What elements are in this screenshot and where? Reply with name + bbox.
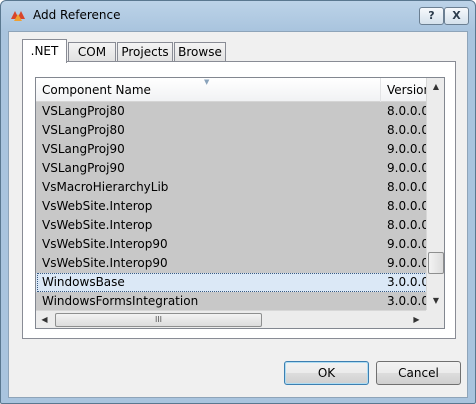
component-version: 9.0.0.0 [387, 161, 427, 175]
component-version: 3.0.0.0 [387, 275, 427, 289]
list-row-selected[interactable]: WindowsBase 3.0.0.0 [36, 273, 429, 292]
scroll-left-icon[interactable]: ◀ [36, 311, 53, 328]
list-row[interactable]: VsWebSite.Interop 8.0.0.0 [36, 197, 427, 216]
tab-browse[interactable]: Browse [174, 42, 226, 62]
visual-studio-icon [11, 11, 25, 21]
list-row[interactable]: VsMacroHierarchyLib 8.0.0.0 [36, 178, 427, 197]
scroll-right-icon[interactable]: ▶ [408, 311, 425, 328]
column-header-label: Version [387, 83, 432, 97]
grip-icon: III [154, 315, 163, 324]
component-name: VSLangProj80 [42, 104, 125, 118]
component-version: 8.0.0.0 [387, 123, 427, 137]
window-title: Add Reference [33, 8, 121, 22]
component-name: VsWebSite.Interop90 [42, 237, 168, 251]
close-button[interactable]: X [444, 7, 469, 25]
list-rows: VSLangProj80 8.0.0.0 VSLangProj80 8.0.0.… [36, 102, 429, 311]
cancel-button[interactable]: Cancel [376, 361, 461, 385]
component-name: VSLangProj80 [42, 123, 125, 137]
component-name: VSLangProj90 [42, 161, 125, 175]
component-name: VSLangProj90 [42, 142, 125, 156]
tab-com[interactable]: COM [68, 42, 116, 62]
column-header-label: Component Name [42, 83, 151, 97]
tab-projects[interactable]: Projects [117, 42, 173, 62]
component-version: 8.0.0.0 [387, 199, 427, 213]
scrollbar-corner [426, 310, 444, 328]
list-row[interactable]: VSLangProj90 9.0.0.0 [36, 159, 427, 178]
component-name: VsWebSite.Interop90 [42, 256, 168, 270]
horizontal-scroll-thumb[interactable]: III [55, 313, 262, 327]
title-bar[interactable]: Add Reference ? X [1, 1, 475, 31]
component-version: 3.0.0.0 [387, 294, 427, 308]
list-row[interactable]: VsWebSite.Interop 8.0.0.0 [36, 216, 427, 235]
list-row[interactable]: VSLangProj80 8.0.0.0 [36, 102, 427, 121]
component-version: 8.0.0.0 [387, 180, 427, 194]
dialog-body: .NET COM Projects Browse Component Name … [8, 31, 468, 398]
help-button[interactable]: ? [419, 7, 444, 25]
add-reference-dialog: Add Reference ? X .NET COM Projects Brow… [0, 0, 476, 404]
component-version: 9.0.0.0 [387, 256, 427, 270]
vertical-scroll-thumb[interactable] [428, 252, 444, 274]
vertical-scrollbar[interactable]: ▲ ▼ [426, 78, 444, 310]
list-row[interactable]: WindowsFormsIntegration 3.0.0.0 [36, 292, 427, 311]
tab-dotnet[interactable]: .NET [22, 39, 67, 63]
sort-indicator-icon: ▼ [204, 78, 210, 86]
horizontal-scrollbar[interactable]: ◀ III ▶ [36, 310, 426, 328]
component-version: 8.0.0.0 [387, 218, 427, 232]
scroll-up-icon[interactable]: ▲ [428, 78, 444, 95]
component-name: WindowsBase [42, 275, 125, 289]
list-row[interactable]: VSLangProj80 8.0.0.0 [36, 121, 427, 140]
list-row[interactable]: VSLangProj90 9.0.0.0 [36, 140, 427, 159]
component-name: VsMacroHierarchyLib [42, 180, 169, 194]
scroll-down-icon[interactable]: ▼ [428, 292, 444, 309]
ok-button[interactable]: OK [284, 361, 369, 385]
component-name: VsWebSite.Interop [42, 218, 153, 232]
tab-panel: Component Name ▼ Version VSLangProj80 8.… [22, 61, 456, 339]
component-version: 9.0.0.0 [387, 142, 427, 156]
component-version: 9.0.0.0 [387, 237, 427, 251]
component-list[interactable]: Component Name ▼ Version VSLangProj80 8.… [35, 77, 445, 329]
list-header: Component Name ▼ Version [36, 78, 431, 102]
component-name: VsWebSite.Interop [42, 199, 153, 213]
component-version: 8.0.0.0 [387, 104, 427, 118]
list-row[interactable]: VsWebSite.Interop90 9.0.0.0 [36, 235, 427, 254]
component-name: WindowsFormsIntegration [42, 294, 199, 308]
list-row[interactable]: VsWebSite.Interop90 9.0.0.0 [36, 254, 427, 273]
